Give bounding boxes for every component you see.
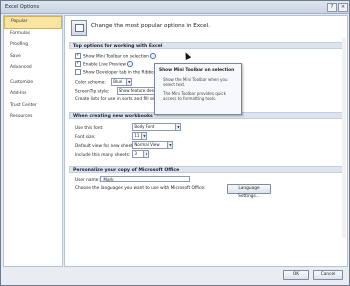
font-row: Use this font: Body Font ▼ <box>75 123 182 131</box>
sidebar-item-customize[interactable]: Customize <box>4 78 62 90</box>
excel-options-window: Excel Options ? × Popular Formulas Proof… <box>0 0 350 286</box>
screentip-row: ScreenTip style: Show feature desc <box>75 87 164 95</box>
options-icon <box>71 20 87 36</box>
ok-button[interactable]: OK <box>283 270 309 280</box>
default-view-row: Default view for new sheets: Normal View… <box>75 141 174 149</box>
live-preview-label: Enable Live Preview <box>83 62 126 68</box>
sidebar-item-resources[interactable]: Resources <box>4 112 62 124</box>
section-top-options: Top options for working with Excel <box>69 42 343 49</box>
close-button[interactable]: × <box>338 3 348 12</box>
sidebar-item-popular[interactable]: Popular <box>4 16 62 29</box>
mini-toolbar-checkbox[interactable] <box>75 52 81 59</box>
developer-tab-checkbox[interactable] <box>75 69 81 75</box>
live-preview-option[interactable]: Enable Live Previewi <box>75 60 133 68</box>
panel-header-text: Change the most popular options in Excel… <box>91 23 210 29</box>
sheets-stepper[interactable]: 3 ⇕ <box>132 150 150 158</box>
screentip-label: ScreenTip style: <box>75 89 110 95</box>
sheets-row: Include this many sheets: 3 ⇕ <box>75 150 150 158</box>
window-title: Excel Options <box>5 4 40 10</box>
create-lists-row: Create lists for use in sorts and fill s… <box>75 97 155 102</box>
tooltip-line: select text. <box>163 82 186 87</box>
chevron-down-icon: ▼ <box>141 133 147 139</box>
font-size-value: 11 <box>134 133 140 138</box>
create-lists-label: Create lists for use in sorts and fill s… <box>75 97 155 102</box>
font-label: Use this font: <box>75 125 104 131</box>
default-view-label: Default view for new sheets: <box>75 143 137 149</box>
sheets-label: Include this many sheets: <box>75 152 131 158</box>
sheets-value: 3 <box>134 151 137 156</box>
chevron-down-icon: ▼ <box>126 79 132 85</box>
screentip-value: Show feature desc <box>118 88 156 93</box>
sidebar-item-save[interactable]: Save <box>4 52 62 64</box>
info-icon: i <box>126 61 133 67</box>
sidebar-item-trust-center[interactable]: Trust Center <box>4 101 62 113</box>
tooltip-title: Show Mini Toolbar on selection <box>159 68 235 73</box>
sidebar: Popular Formulas Proofing Save Advanced … <box>3 15 63 267</box>
user-name-input[interactable]: Mark <box>100 176 191 182</box>
sidebar-item-formulas[interactable]: Formulas <box>4 29 62 41</box>
language-label: Choose the languages you want to use wit… <box>75 186 206 191</box>
language-row: Choose the languages you want to use wit… <box>75 186 205 191</box>
developer-tab-option[interactable]: Show Developer tab in the Ribbon <box>75 69 157 76</box>
default-view-select[interactable]: Normal View ▼ <box>132 141 174 149</box>
developer-tab-label: Show Developer tab in the Ribbon <box>83 70 157 76</box>
tooltip-line: access to formatting tools. <box>163 96 217 101</box>
spinner-icon[interactable]: ⇕ <box>143 151 149 157</box>
font-size-label: Font size: <box>75 134 96 140</box>
live-preview-checkbox[interactable] <box>75 60 81 67</box>
help-button[interactable]: ? <box>327 3 337 12</box>
info-icon: i <box>150 53 157 59</box>
chevron-down-icon: ▼ <box>175 124 181 130</box>
mini-toolbar-option[interactable]: Show Mini Toolbar on selectioni <box>75 52 157 60</box>
section-personalize: Personalize your copy of Microsoft Offic… <box>69 166 343 173</box>
panel-header: Change the most popular options in Excel… <box>71 20 341 36</box>
chevron-down-icon: ▼ <box>167 142 173 148</box>
color-scheme-label: Color scheme: <box>75 80 106 86</box>
default-view-value: Normal View <box>134 142 160 147</box>
color-scheme-select[interactable]: Blue ▼ <box>111 78 133 86</box>
options-panel: Change the most popular options in Excel… <box>64 15 348 267</box>
font-size-select[interactable]: 11 ▼ <box>132 132 148 140</box>
color-scheme-row: Color scheme: Blue ▼ <box>75 78 133 86</box>
scrollbar[interactable] <box>342 38 346 238</box>
font-size-row: Font size: 11 ▼ <box>75 132 148 140</box>
title-bar: Excel Options ? × <box>1 1 349 14</box>
font-value: Body Font <box>134 124 155 129</box>
user-name-label: User name: <box>75 177 100 183</box>
color-scheme-value: Blue <box>113 79 123 84</box>
language-settings-button[interactable]: Language Settings... <box>227 184 271 199</box>
mini-toolbar-label: Show Mini Toolbar on selection <box>83 54 150 60</box>
sidebar-item-proofing[interactable]: Proofing <box>4 40 62 52</box>
user-name-row: User name: Mark <box>75 176 191 183</box>
cancel-button[interactable]: Cancel <box>313 270 343 280</box>
screentip-tooltip: Show Mini Toolbar on selection Show the … <box>154 63 242 115</box>
font-select[interactable]: Body Font ▼ <box>132 123 182 131</box>
sidebar-item-add-ins[interactable]: Add-Ins <box>4 89 62 101</box>
sidebar-item-advanced[interactable]: Advanced <box>4 63 62 75</box>
